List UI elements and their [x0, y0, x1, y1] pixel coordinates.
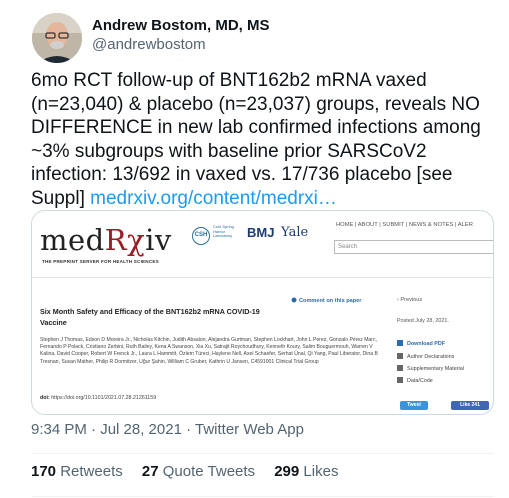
tweet-timestamp[interactable]: 9:34 PM · Jul 28, 2021 · Twitter Web App: [31, 421, 304, 438]
logo-part-iv: iv: [145, 223, 172, 257]
tweet-text: 6mo RCT follow-up of BNT162b2 mRNA vaxed…: [31, 69, 501, 210]
card-like-button: Like 241: [451, 401, 489, 410]
checkbox-icon: [397, 353, 403, 359]
document-icon: [397, 365, 403, 371]
logo-part-med: med: [40, 223, 105, 257]
supplementary-material: Supplementary Material: [397, 365, 464, 372]
avatar-image: [32, 13, 82, 63]
retweets-stat[interactable]: 170 Retweets: [31, 463, 123, 480]
card-preview-image: medRχiv THE PREPRINT SERVER FOR HEALTH S…: [32, 211, 493, 414]
csh-logo-text: Cold Spring Harbor Laboratory: [213, 224, 234, 239]
avatar[interactable]: [32, 13, 82, 63]
download-pdf: Download PDF: [397, 340, 445, 347]
paper-title: Six Month Safety and Efficacy of the BNT…: [40, 307, 260, 327]
card-divider: [32, 277, 493, 278]
bmj-logo: BMJ: [247, 225, 275, 240]
medrxiv-nav: HOME | ABOUT | SUBMIT | NEWS & NOTES | A…: [336, 222, 473, 228]
author-declarations-label: Author Declarations: [407, 354, 455, 360]
likes-label: Likes: [303, 463, 339, 480]
posted-date: Posted July 28, 2021.: [397, 318, 449, 324]
likes-stat[interactable]: 299 Likes: [274, 463, 338, 480]
card-tweet-button: Tweet: [400, 401, 428, 410]
data-icon: [397, 377, 403, 383]
previous-link: ‹ Previous: [397, 297, 422, 303]
comment-link-label: Comment on this paper: [299, 298, 362, 304]
data-code: Data/Code: [397, 377, 433, 384]
divider: [31, 453, 494, 454]
logo-part-rx: Rχ: [104, 223, 146, 257]
csh-logo: CSH: [192, 227, 210, 245]
doi-label: doi:: [40, 395, 50, 401]
doi-value: https://doi.org/10.1101/2021.07.28.21261…: [51, 395, 157, 401]
author-name[interactable]: Andrew Bostom, MD, MS: [92, 17, 270, 34]
retweets-label: Retweets: [60, 463, 123, 480]
medrxiv-logo: medRχiv: [40, 223, 172, 257]
paper-authors: Stephen J Thomas, Edson D Moreira Jr., N…: [40, 337, 378, 365]
quotes-label: Quote Tweets: [162, 463, 256, 480]
tweet-stats: 170 Retweets 27 Quote Tweets 299 Likes: [31, 463, 353, 480]
medrxiv-search: Search: [334, 240, 493, 254]
retweets-count: 170: [31, 463, 57, 480]
tweet-link[interactable]: medrxiv.org/content/medrxi…: [90, 188, 337, 209]
yale-logo: Yale: [281, 225, 309, 240]
tweet: Andrew Bostom, MD, MS @andrewbostom 6mo …: [0, 0, 509, 498]
quotes-count: 27: [141, 463, 159, 480]
paper-doi: doi: https://doi.org/10.1101/2021.07.28.…: [40, 395, 156, 401]
link-card[interactable]: medRχiv THE PREPRINT SERVER FOR HEALTH S…: [31, 210, 494, 415]
supplementary-label: Supplementary Material: [407, 366, 464, 372]
likes-count: 299: [274, 463, 300, 480]
comment-link: Comment on this paper: [291, 297, 361, 304]
pdf-icon: [397, 340, 403, 346]
data-code-label: Data/Code: [407, 378, 433, 384]
medrxiv-tagline: THE PREPRINT SERVER FOR HEALTH SCIENCES: [42, 259, 159, 264]
author-handle[interactable]: @andrewbostom: [92, 36, 206, 53]
author-declarations: Author Declarations: [397, 353, 454, 360]
previous-label: Previous: [400, 297, 423, 303]
comment-icon: [291, 297, 297, 303]
quote-tweets-stat[interactable]: 27 Quote Tweets: [142, 463, 255, 480]
medrxiv-search-placeholder: Search: [338, 244, 358, 250]
divider: [31, 496, 494, 497]
download-pdf-label: Download PDF: [407, 341, 446, 347]
